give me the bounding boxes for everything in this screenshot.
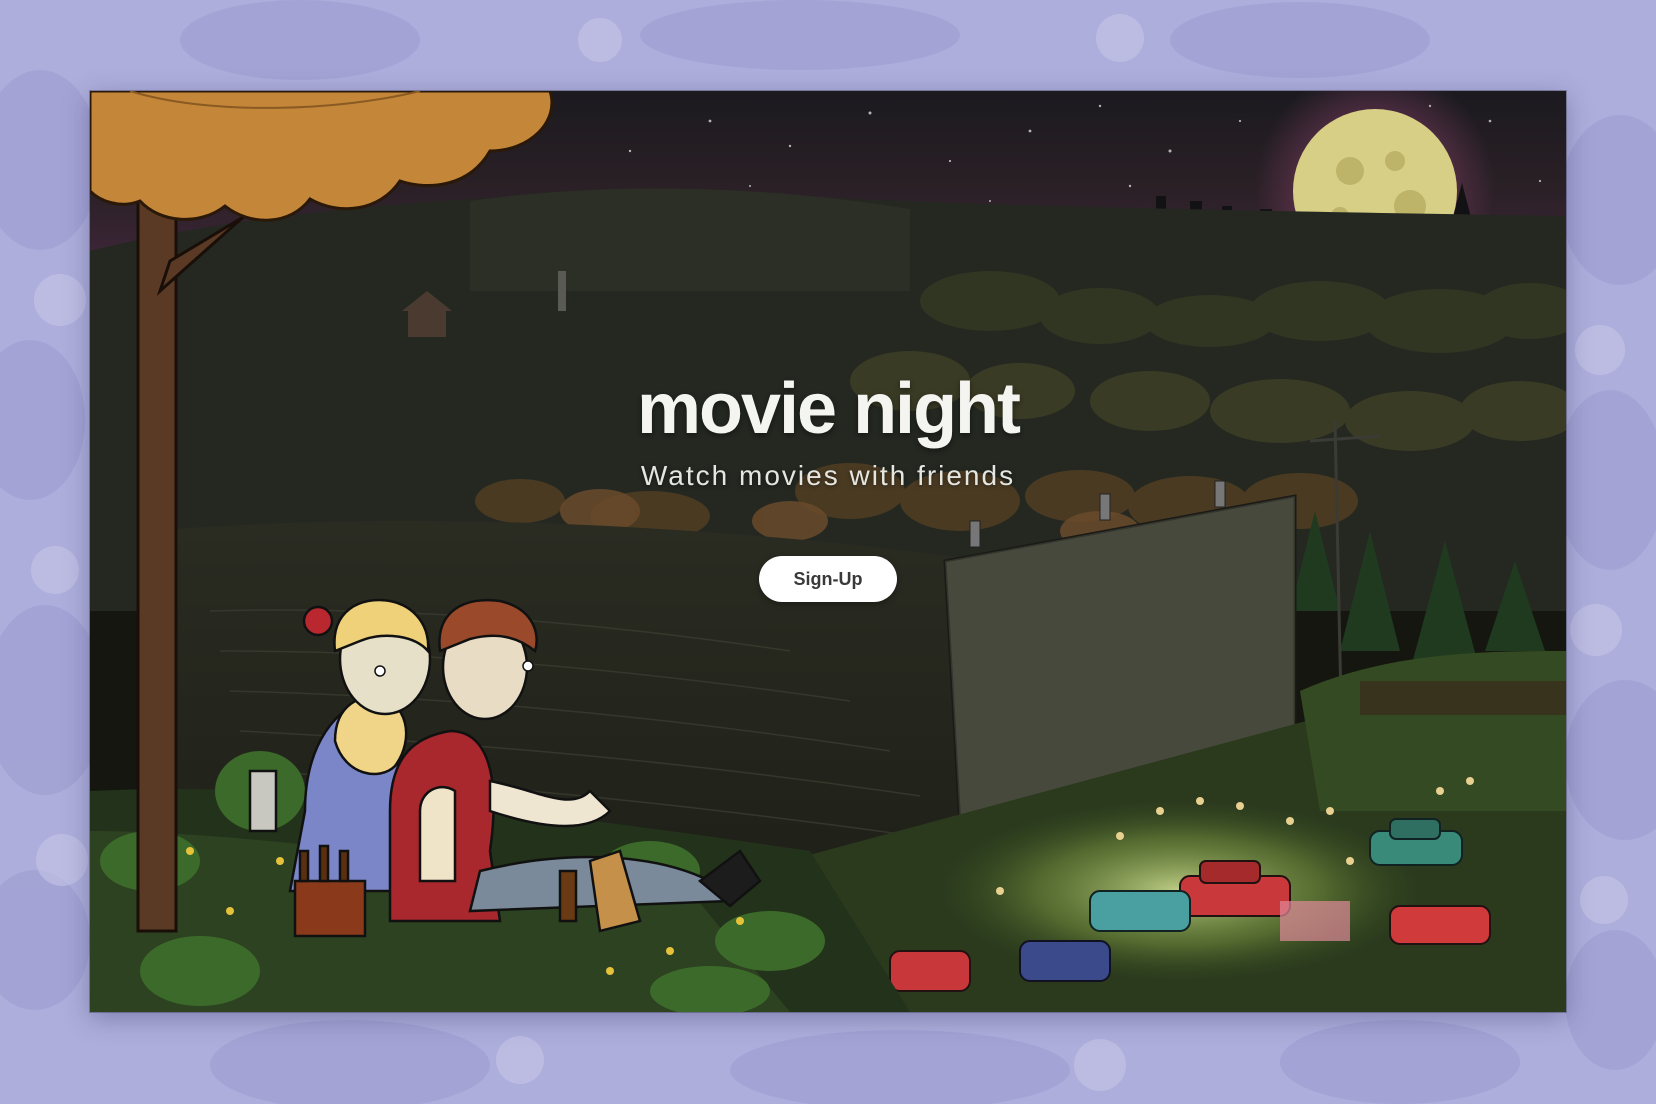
drive-in-illustration xyxy=(90,91,1566,1012)
hero-frame: movie night Watch movies with friends Si… xyxy=(90,91,1566,1012)
signup-button[interactable]: Sign-Up xyxy=(759,556,897,602)
